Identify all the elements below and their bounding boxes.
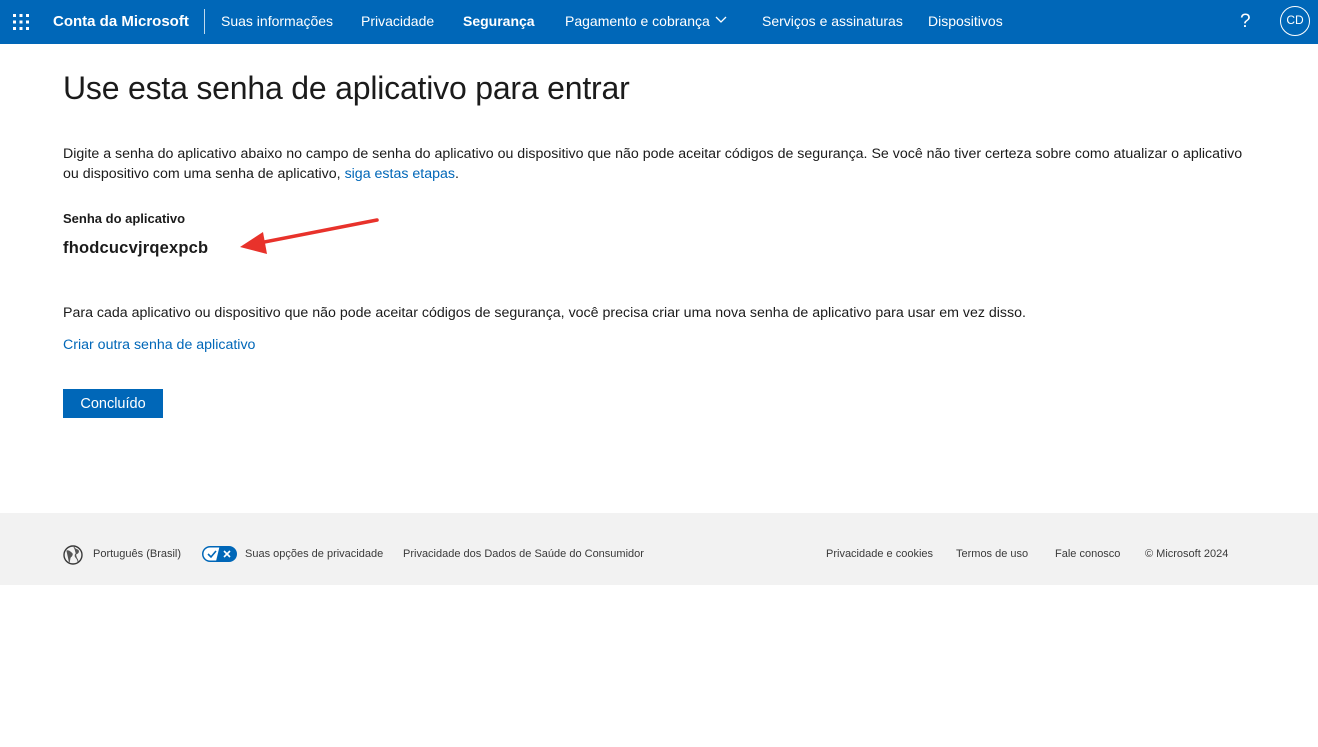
- brand-link[interactable]: Conta da Microsoft: [53, 0, 189, 44]
- instruction-paragraph: Para cada aplicativo ou dispositivo que …: [63, 305, 1026, 321]
- intro-text: Digite a senha do aplicativo abaixo no c…: [63, 146, 1243, 182]
- nav-pagamento-e-cobranca[interactable]: Pagamento e cobrança: [565, 0, 710, 44]
- nav-servicos-e-assinaturas[interactable]: Serviços e assinaturas: [762, 0, 903, 44]
- contact-us-link[interactable]: Fale conosco: [1055, 513, 1120, 585]
- avatar[interactable]: CD: [1280, 6, 1310, 36]
- help-button[interactable]: ?: [1240, 0, 1251, 44]
- terms-of-use-link[interactable]: Termos de uso: [956, 513, 1028, 585]
- app-password-value: fhodcucvjrqexpcb: [63, 239, 209, 257]
- privacy-cookies-link[interactable]: Privacidade e cookies: [826, 513, 933, 585]
- language-selector[interactable]: Português (Brasil): [93, 513, 181, 585]
- privacy-choices-link[interactable]: Suas opções de privacidade: [245, 513, 383, 585]
- globe-icon[interactable]: [63, 545, 83, 565]
- chevron-down-icon[interactable]: [715, 16, 727, 24]
- annotation-arrow-icon: [240, 218, 379, 254]
- privacy-choices-toggle-icon[interactable]: [202, 546, 237, 562]
- intro-end: .: [454, 166, 459, 182]
- follow-steps-link[interactable]: siga estas etapas: [345, 166, 455, 182]
- create-another-password-link[interactable]: Criar outra senha de aplicativo: [63, 335, 255, 355]
- footer: Português (Brasil) Suas opções de privac…: [0, 513, 1318, 585]
- app-launcher-icon[interactable]: [12, 13, 30, 31]
- nav-suas-informacoes[interactable]: Suas informações: [221, 0, 333, 44]
- password-label: Senha do aplicativo: [63, 211, 186, 226]
- top-navigation-bar: Conta da Microsoft Suas informações Priv…: [0, 0, 1318, 44]
- nav-dispositivos[interactable]: Dispositivos: [928, 0, 1003, 44]
- copyright: © Microsoft 2024: [1145, 548, 1229, 560]
- done-button[interactable]: Concluído: [63, 389, 163, 418]
- brand-divider: [204, 9, 205, 34]
- nav-privacidade[interactable]: Privacidade: [361, 0, 434, 44]
- health-data-privacy-link[interactable]: Privacidade dos Dados de Saúde do Consum…: [403, 513, 644, 585]
- page-title: Use esta senha de aplicativo para entrar: [63, 70, 630, 106]
- nav-seguranca[interactable]: Segurança: [463, 0, 535, 44]
- intro-paragraph: Digite a senha do aplicativo abaixo no c…: [63, 144, 1258, 184]
